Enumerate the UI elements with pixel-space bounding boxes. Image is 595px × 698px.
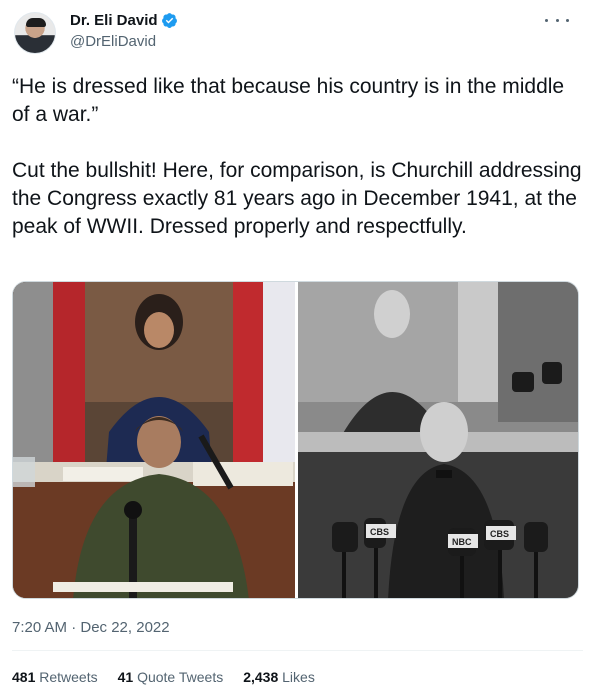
retweets-stat[interactable]: 481 Retweets <box>12 669 98 685</box>
author-name[interactable]: Dr. Eli David <box>70 12 158 29</box>
likes-count: 2,438 <box>243 669 279 685</box>
quote-tweets-label: Quote Tweets <box>133 669 224 685</box>
author-handle[interactable]: @DrEliDavid <box>70 33 156 50</box>
photo-left-illustration <box>13 282 295 598</box>
tweet-header: Dr. Eli David @DrEliDavid <box>0 0 595 70</box>
divider-line <box>12 650 583 651</box>
retweets-count: 481 <box>12 669 36 685</box>
photo-churchill-congress[interactable]: CBS NBC CBS <box>298 282 578 598</box>
tweet-stats: 481 Retweets 41 Quote Tweets 2,438 Likes <box>12 669 335 685</box>
tweet-media[interactable]: CBS NBC CBS <box>12 281 579 599</box>
quote-tweets-count: 41 <box>117 669 134 685</box>
likes-label: Likes <box>278 669 315 685</box>
mic-label-2: NBC <box>452 537 472 547</box>
author-name-row[interactable]: Dr. Eli David <box>70 12 178 29</box>
likes-stat[interactable]: 2,438 Likes <box>243 669 315 685</box>
avatar[interactable] <box>14 12 56 54</box>
photo-zelensky-congress[interactable] <box>13 282 295 598</box>
tweet-timestamp[interactable]: 7:20 AM · Dec 22, 2022 <box>12 619 170 636</box>
mic-label-1: CBS <box>370 527 389 537</box>
photo-right-illustration: CBS NBC CBS <box>298 282 578 598</box>
retweets-label: Retweets <box>35 669 98 685</box>
tweet-text: “He is dressed like that because his cou… <box>12 75 582 238</box>
more-dots-icon[interactable] <box>545 10 569 30</box>
mic-label-3: CBS <box>490 529 509 539</box>
quote-tweets-stat[interactable]: 41 Quote Tweets <box>118 669 224 685</box>
verified-badge-icon <box>161 13 177 28</box>
